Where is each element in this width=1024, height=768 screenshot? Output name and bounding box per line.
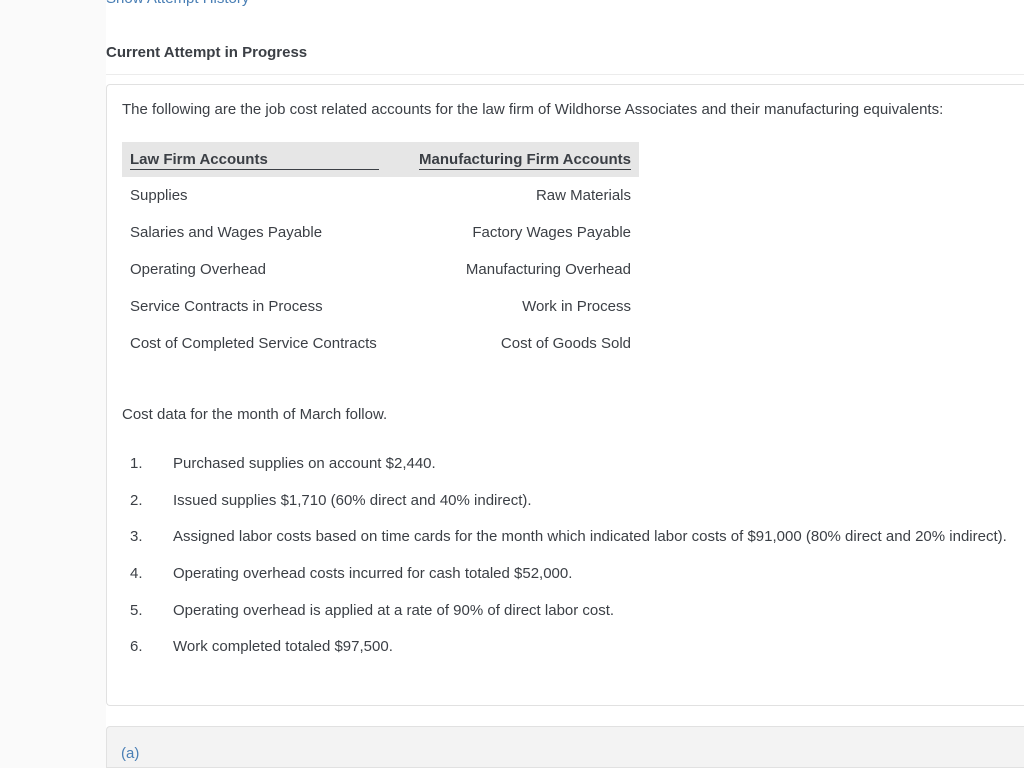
item-text: Operating overhead costs incurred for ca… [173,565,573,583]
table-row: Service Contracts in Process Work in Pro… [122,288,639,325]
item-text: Work completed totaled $97,500. [173,638,393,656]
header-manufacturing-firm-accounts: Manufacturing Firm Accounts [399,142,639,177]
page: Show Attempt History Current Attempt in … [106,0,1024,768]
item-text: Purchased supplies on account $2,440. [173,455,436,472]
item-text: Assigned labor costs based on time cards… [173,528,1007,546]
table-row: Supplies Raw Materials [122,177,639,214]
law-account: Operating Overhead [130,261,266,278]
item-number: 6. [130,638,143,656]
attempt-title: Current Attempt in Progress [106,44,308,61]
item-number: 2. [130,491,143,509]
header-law-firm-accounts: Law Firm Accounts [122,142,400,177]
table-row: Salaries and Wages Payable Factory Wages… [122,214,639,251]
mfg-account: Manufacturing Overhead [465,261,631,278]
part-a-card: (a) [106,726,1024,768]
show-attempt-history-link[interactable]: Show Attempt History [106,0,249,7]
item-text: Operating overhead is applied at a rate … [173,601,615,619]
item-number: 1. [130,455,143,472]
problem-card: The following are the job cost related a… [106,84,1024,706]
law-account: Cost of Completed Service Contracts [130,335,377,352]
cost-data-intro: Cost data for the month of March follow. [122,406,388,423]
mfg-account: Factory Wages Payable [472,224,631,241]
table-row: Operating Overhead Manufacturing Overhea… [122,251,639,288]
table-header-row: Law Firm Accounts Manufacturing Firm Acc… [122,142,639,177]
law-account: Supplies [130,187,188,204]
mfg-account: Cost of Goods Sold [500,335,631,352]
law-account: Service Contracts in Process [130,298,323,315]
item-text: Issued supplies $1,710 (60% direct and 4… [173,491,532,509]
item-number: 3. [130,528,143,546]
law-account: Salaries and Wages Payable [130,224,323,241]
item-number: 5. [130,601,143,619]
divider [106,74,1024,75]
accounts-table: Law Firm Accounts Manufacturing Firm Acc… [122,142,639,362]
item-number: 4. [130,565,143,583]
mfg-account: Work in Process [522,298,631,315]
table-row: Cost of Completed Service Contracts Cost… [122,325,639,362]
problem-intro: The following are the job cost related a… [122,101,944,118]
mfg-account: Raw Materials [535,187,631,204]
